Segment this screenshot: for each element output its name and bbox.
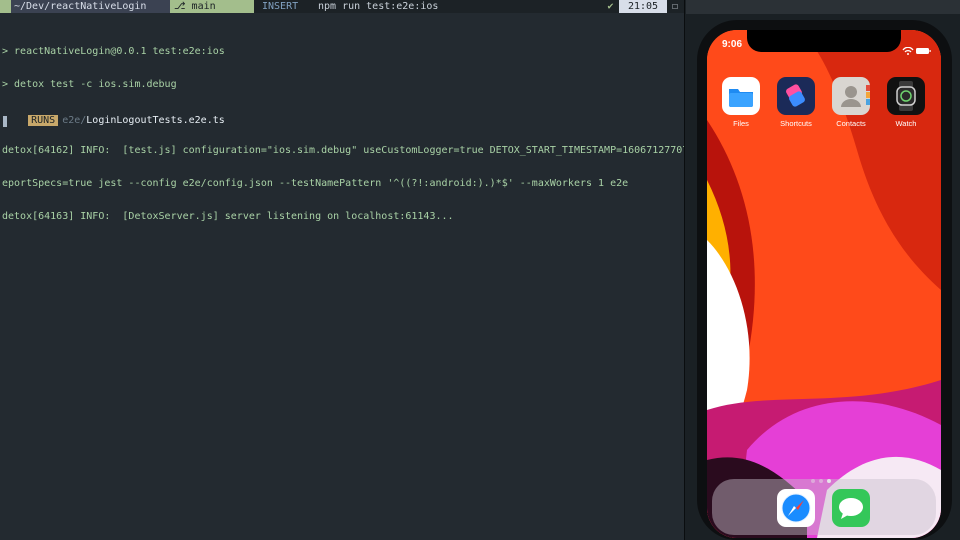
current-path: ~/Dev/reactNativeLogin (11, 0, 170, 13)
git-branch-name: main (185, 1, 216, 12)
test-run-status: RUNS e2e/LoginLogoutTests.e2e.ts (4, 104, 225, 137)
status-bar-icons (902, 40, 932, 59)
test-file-name: LoginLogoutTests.e2e.ts (86, 115, 225, 126)
terminal-status-bar: ~/Dev/reactNativeLogin ⎇ main INSERT npm… (0, 0, 684, 13)
notch (747, 30, 901, 52)
editor-mode: INSERT (262, 1, 299, 12)
app-watch[interactable]: Watch (878, 77, 934, 128)
branch-icon: ⎇ (174, 1, 186, 12)
apple-icon (0, 0, 11, 13)
running-command: npm run test:e2e:ios (318, 1, 439, 12)
output-line: detox[64163] INFO: [DetoxServer.js] serv… (2, 211, 454, 222)
app-files[interactable]: Files (713, 77, 769, 128)
terminal-window[interactable]: ~/Dev/reactNativeLogin ⎇ main INSERT npm… (0, 0, 684, 540)
git-branch: ⎇ main (170, 0, 254, 13)
contacts-icon (832, 77, 870, 115)
app-shortcuts[interactable]: Shortcuts (768, 77, 824, 128)
check-icon: ✔ (607, 1, 614, 12)
watch-icon (887, 77, 925, 115)
app-label: Watch (895, 119, 917, 128)
iphone-home-screen[interactable]: 9:06 Files Shortcuts Contacts Watch (707, 30, 941, 538)
shortcuts-icon (777, 77, 815, 115)
simulator-toolbar (686, 0, 960, 14)
app-label: Contacts (836, 119, 866, 128)
output-line: detox[64162] INFO: [test.js] configurati… (2, 145, 684, 156)
app-label: Shortcuts (780, 119, 812, 128)
test-directory: e2e/ (62, 115, 87, 126)
terminal-cursor (3, 116, 7, 127)
output-line: > reactNativeLogin@0.0.1 test:e2e:ios (2, 46, 225, 57)
dock (712, 479, 936, 535)
wifi-icon (902, 46, 914, 55)
safari-icon[interactable] (777, 489, 815, 527)
battery-icon (916, 48, 931, 54)
clock: 21:05 (619, 0, 667, 13)
messages-icon[interactable] (832, 489, 870, 527)
app-contacts[interactable]: Contacts (823, 77, 879, 128)
status-bar-time: 9:06 (722, 39, 743, 50)
app-label: Files (733, 119, 749, 128)
window-icon[interactable]: ☐ (668, 0, 682, 13)
output-line: > detox test -c ios.sim.debug (2, 79, 177, 90)
output-line: eportSpecs=true jest --config e2e/config… (2, 178, 629, 189)
folder-icon (722, 77, 760, 115)
runs-badge: RUNS (28, 115, 59, 126)
